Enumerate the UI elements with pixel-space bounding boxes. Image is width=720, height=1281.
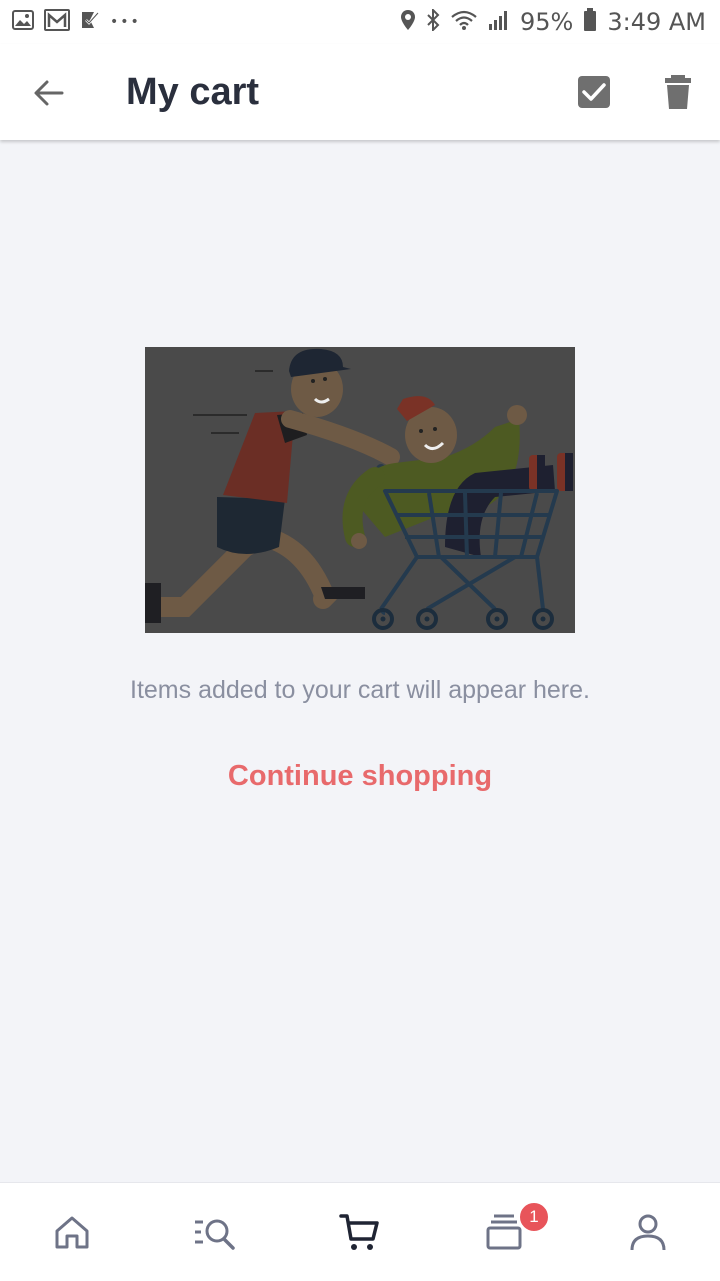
continue-shopping-link[interactable]: Continue shopping [0, 760, 720, 793]
more-notifications-icon: ••• [110, 14, 141, 30]
orders-badge: 1 [518, 1201, 550, 1233]
nav-account[interactable] [576, 1183, 720, 1281]
battery-percent: 95% [520, 8, 574, 36]
status-bar-right: 95% 3:49 AM [400, 7, 706, 37]
empty-cart-message: Items added to your cart will appear her… [130, 676, 590, 704]
bottom-navigation: 1 [0, 1182, 720, 1281]
task-notification-icon [80, 10, 100, 35]
signal-icon [488, 9, 510, 36]
location-icon [400, 9, 416, 36]
back-button[interactable] [28, 72, 70, 114]
app-bar: My cart [0, 44, 720, 140]
wifi-icon [450, 9, 478, 36]
checkbox-checked-icon [578, 76, 610, 108]
battery-icon [583, 7, 597, 37]
page-title: My cart [126, 71, 260, 113]
nav-search[interactable] [144, 1183, 288, 1281]
gmail-notification-icon [44, 8, 70, 36]
cart-icon [339, 1214, 379, 1250]
status-bar-left: ••• [12, 8, 141, 36]
status-bar: ••• 95% 3:49 AM [0, 0, 720, 44]
bluetooth-icon [426, 7, 440, 36]
nav-cart[interactable] [288, 1183, 432, 1281]
home-icon [55, 1216, 89, 1249]
account-icon [630, 1214, 666, 1251]
cart-empty-state: Items added to your cart will appear her… [0, 140, 720, 1182]
arrow-left-icon [34, 80, 64, 106]
delete-button[interactable] [658, 72, 698, 112]
nav-home[interactable] [0, 1183, 144, 1281]
nav-orders[interactable]: 1 [432, 1183, 576, 1281]
gallery-notification-icon [12, 9, 34, 35]
clock: 3:49 AM [607, 8, 706, 36]
select-all-button[interactable] [574, 72, 614, 112]
empty-cart-illustration [145, 347, 575, 633]
trash-icon [665, 75, 691, 109]
search-icon [195, 1219, 235, 1250]
